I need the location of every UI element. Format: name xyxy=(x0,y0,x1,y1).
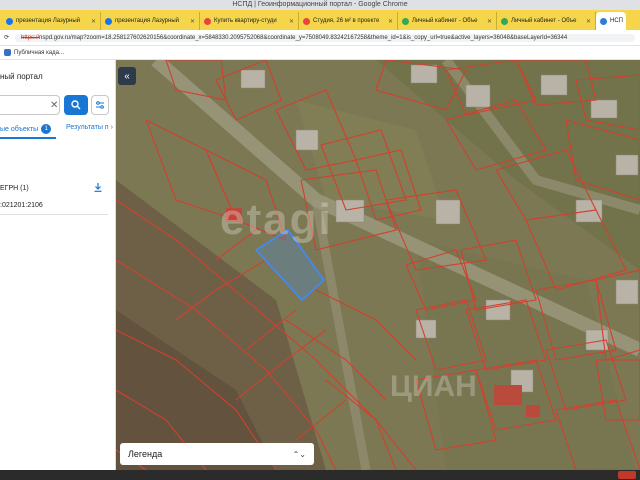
tab-objects-label: ые объекты xyxy=(0,125,39,133)
tab-favicon-icon xyxy=(105,17,112,25)
side-panel: ный портал ✕ ые объекты 1 Результаты п › … xyxy=(0,60,116,470)
close-icon[interactable]: ✕ xyxy=(388,18,393,25)
download-icon[interactable] xyxy=(94,183,102,192)
browser-tab[interactable]: Купить квартиру-студи ✕ xyxy=(200,12,299,30)
tab-favicon-icon xyxy=(402,17,409,25)
tab-favicon-icon xyxy=(600,17,607,25)
bookmark-item[interactable]: Публичная када... xyxy=(14,50,64,56)
tab-strip: презентация Лазурный ✕ презентация Лазурн… xyxy=(0,10,640,30)
legend-label: Легенда xyxy=(128,449,163,459)
url-field[interactable]: https://nspd.gov.ru/map?zoom=18.25812760… xyxy=(15,33,636,42)
watermark-cian: ЦИАН xyxy=(390,370,477,403)
address-bar[interactable]: ⟳ https://nspd.gov.ru/map?zoom=18.258127… xyxy=(0,30,640,46)
browser-tab-active[interactable]: НСП xyxy=(596,12,626,30)
satellite-map[interactable] xyxy=(116,60,640,470)
legend-dropdown[interactable]: Легенда ⌃⌄ xyxy=(120,443,314,465)
bookmark-icon xyxy=(4,49,11,56)
filter-icon xyxy=(96,101,104,109)
tab-objects[interactable]: ые объекты 1 xyxy=(0,124,52,134)
tab-label: Личный кабинет - Объе xyxy=(412,18,478,24)
filter-button[interactable] xyxy=(91,95,109,115)
chevron-updown-icon: ⌃⌄ xyxy=(292,449,306,459)
browser-tab[interactable]: презентация Лазурный ✕ xyxy=(101,12,200,30)
tab-results-label: Результаты п xyxy=(66,124,109,131)
tab-favicon-icon xyxy=(501,17,508,25)
window-title: НСПД | Геоинформационный портал - Google… xyxy=(0,0,640,10)
chevron-right-icon: › xyxy=(110,124,113,131)
search-icon xyxy=(71,100,81,110)
reload-icon[interactable]: ⟳ xyxy=(4,34,9,41)
close-icon[interactable]: ✕ xyxy=(487,18,492,25)
tab-label: презентация Лазурный xyxy=(16,18,80,24)
tab-favicon-icon xyxy=(303,17,310,25)
tab-label: Личный кабинет - Объе xyxy=(511,18,577,24)
browser-tab[interactable]: презентация Лазурный ✕ xyxy=(2,12,101,30)
close-icon[interactable]: ✕ xyxy=(190,18,195,25)
map-view[interactable]: etagi ЦИАН xyxy=(116,60,640,470)
url-text: nspd.gov.ru/map?zoom=18.258127602620156&… xyxy=(39,34,568,41)
cadastral-number[interactable]: :021201:2106 xyxy=(0,202,43,209)
tab-label: презентация Лазурный xyxy=(115,18,179,24)
portal-title: ный портал xyxy=(0,72,43,81)
watermark-etagi: etagi xyxy=(220,195,333,244)
tab-label: Купить квартиру-студи xyxy=(214,18,277,24)
double-chevron-left-icon: « xyxy=(124,70,130,82)
close-icon[interactable]: ✕ xyxy=(91,18,96,25)
browser-tab[interactable]: Личный кабинет - Объе ✕ xyxy=(398,12,497,30)
bookmarks-bar: Публичная када... xyxy=(0,46,640,60)
taskbar xyxy=(0,470,640,480)
egrn-section-title: ЕГРН (1) xyxy=(0,185,29,192)
count-badge: 1 xyxy=(41,124,52,134)
collapse-panel-button[interactable]: « xyxy=(118,67,136,85)
close-icon[interactable]: ✕ xyxy=(586,18,591,25)
tab-favicon-icon xyxy=(204,17,211,25)
tab-label: НСП xyxy=(610,18,623,24)
active-tab-indicator xyxy=(0,137,56,139)
tab-favicon-icon xyxy=(6,17,13,25)
divider xyxy=(0,214,108,215)
browser-tab[interactable]: Личный кабинет - Объе ✕ xyxy=(497,12,596,30)
search-button[interactable] xyxy=(64,95,88,115)
tab-label: Студия, 26 м² в проекте xyxy=(313,18,380,24)
tray-icon[interactable] xyxy=(618,471,636,479)
close-icon[interactable]: ✕ xyxy=(289,18,294,25)
tab-results[interactable]: Результаты п › xyxy=(66,124,113,131)
clear-icon[interactable]: ✕ xyxy=(50,100,58,111)
url-scheme: https:// xyxy=(21,34,40,41)
browser-tab[interactable]: Студия, 26 м² в проекте ✕ xyxy=(299,12,398,30)
